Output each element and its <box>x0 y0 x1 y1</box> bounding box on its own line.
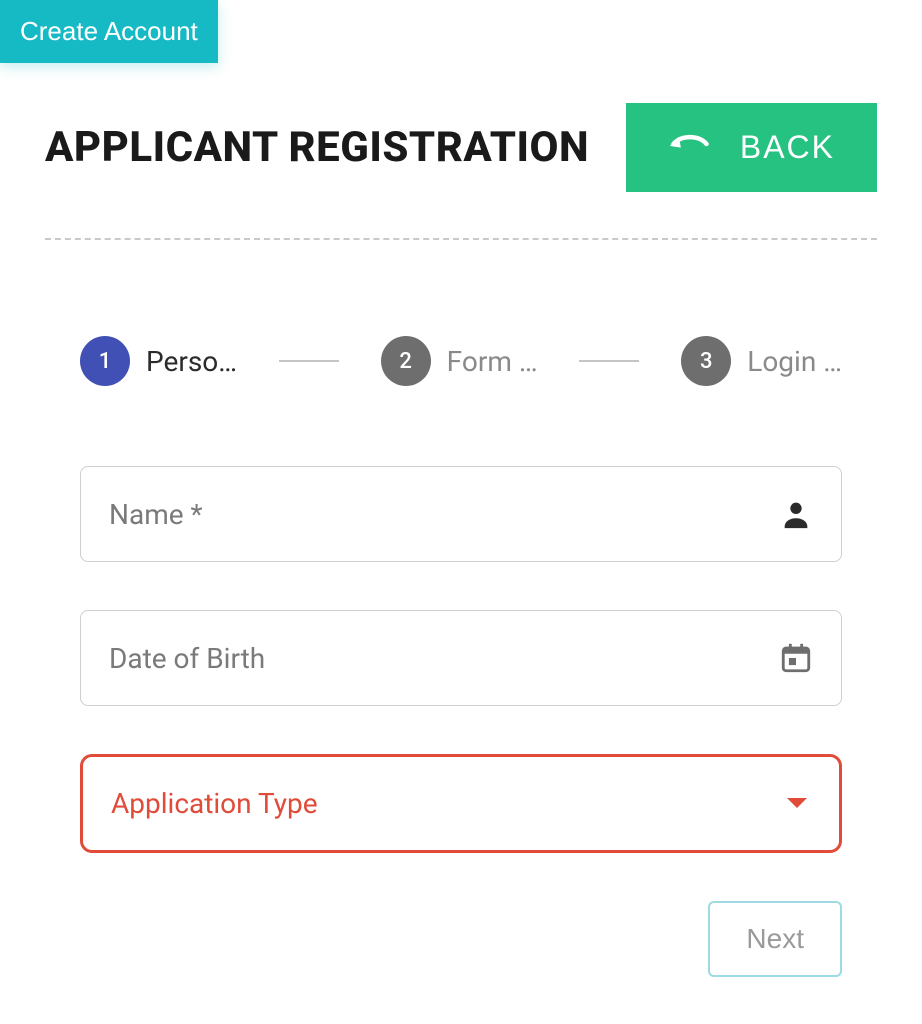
dob-field-label: Date of Birth <box>109 642 265 675</box>
step-line <box>579 360 639 362</box>
person-icon <box>779 497 813 531</box>
calendar-icon <box>779 641 813 675</box>
step-3-label: Login … <box>747 345 842 378</box>
back-button[interactable]: BACK <box>626 103 877 192</box>
step-2[interactable]: 2 Form … <box>381 336 538 386</box>
undo-icon <box>668 129 712 166</box>
form-content: 1 Perso… 2 Form … 3 Login … Name * Date … <box>80 336 842 977</box>
step-2-number: 2 <box>381 336 431 386</box>
chevron-down-icon <box>783 794 811 814</box>
step-1-number: 1 <box>80 336 130 386</box>
actions-row: Next <box>80 901 842 977</box>
back-button-label: BACK <box>740 129 835 166</box>
page-title: APPLICANT REGISTRATION <box>45 123 589 172</box>
stepper: 1 Perso… 2 Form … 3 Login … <box>80 336 842 386</box>
name-field-label: Name * <box>109 498 203 531</box>
step-2-label: Form … <box>447 345 538 378</box>
application-type-select[interactable]: Application Type <box>80 754 842 853</box>
next-button[interactable]: Next <box>708 901 842 977</box>
step-3-number: 3 <box>681 336 731 386</box>
divider <box>45 238 877 240</box>
step-1[interactable]: 1 Perso… <box>80 336 237 386</box>
create-account-button[interactable]: Create Account <box>0 0 218 63</box>
step-1-label: Perso… <box>146 345 237 378</box>
step-3[interactable]: 3 Login … <box>681 336 842 386</box>
dob-field[interactable]: Date of Birth <box>80 610 842 706</box>
header-row: APPLICANT REGISTRATION BACK <box>45 103 877 192</box>
step-line <box>279 360 339 362</box>
application-type-label: Application Type <box>111 787 318 820</box>
name-field[interactable]: Name * <box>80 466 842 562</box>
